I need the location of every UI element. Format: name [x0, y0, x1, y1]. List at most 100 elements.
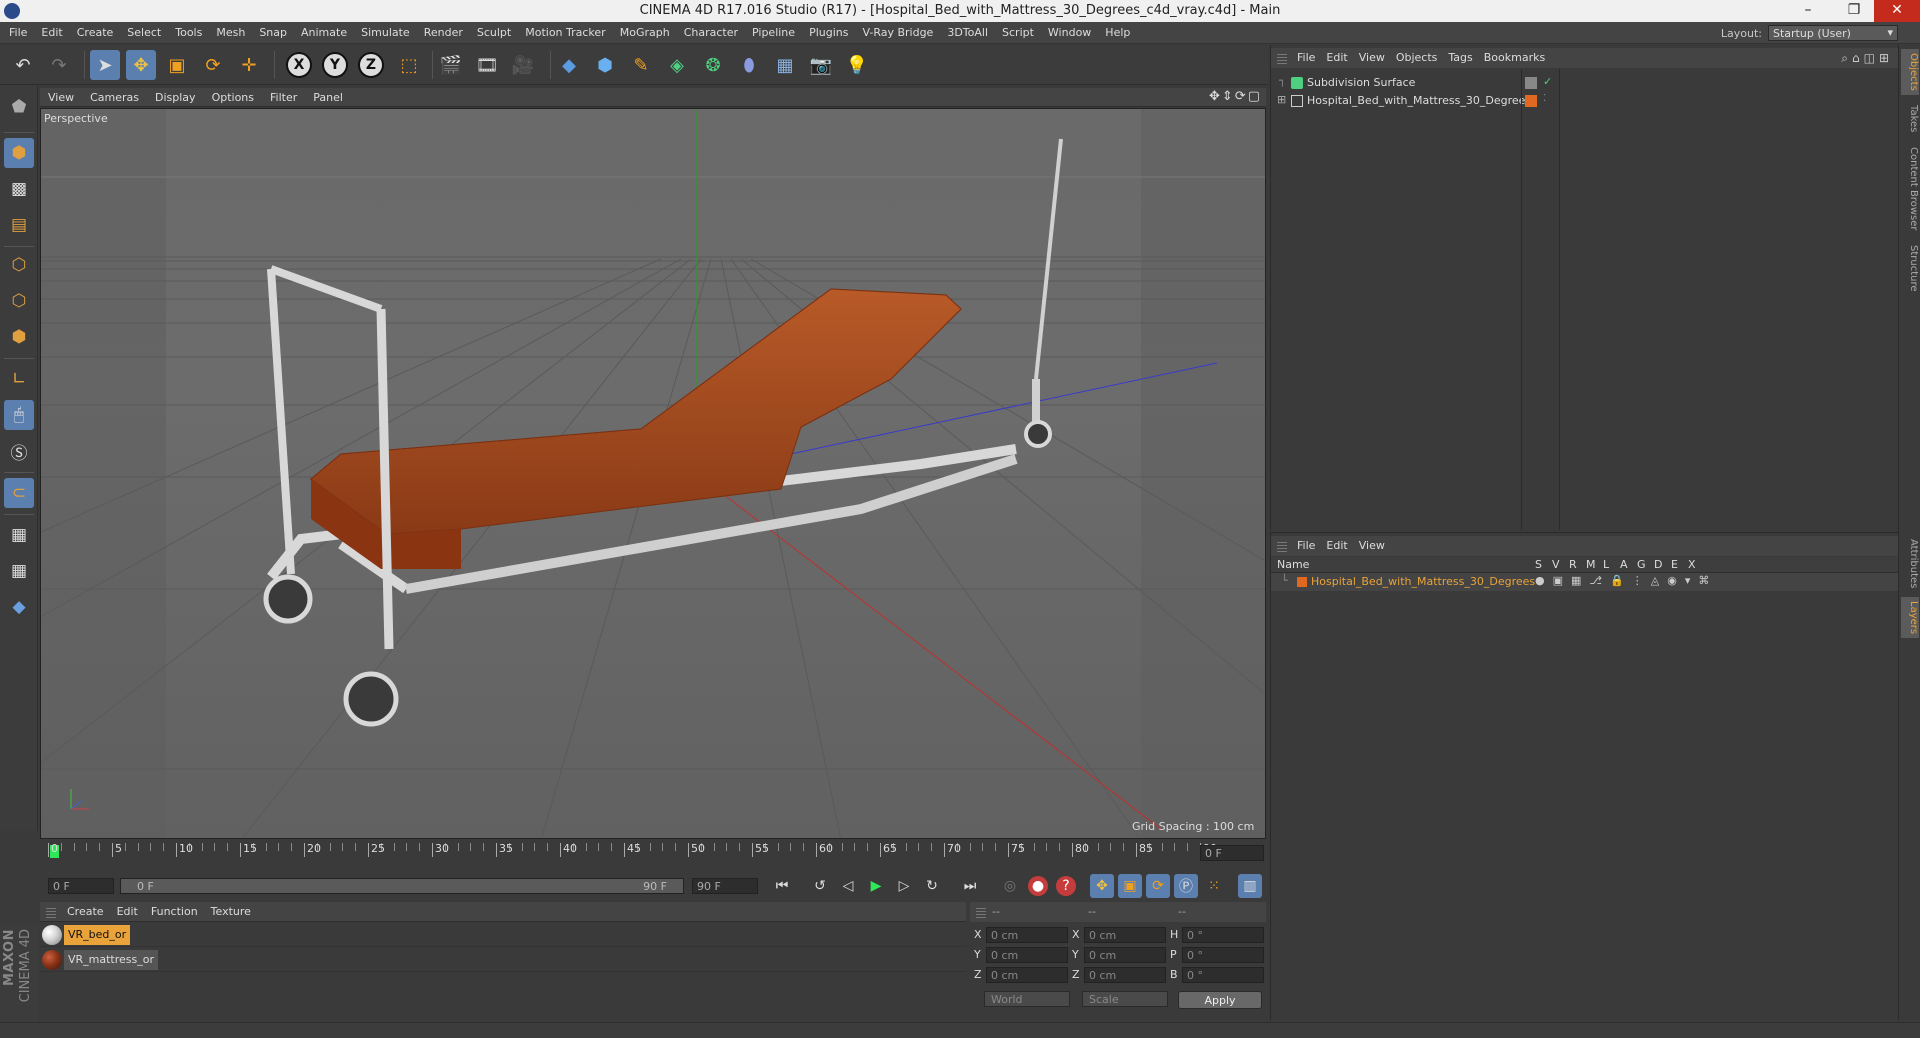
end-frame-field[interactable]: 90 F [692, 878, 758, 894]
live-selection-icon[interactable]: ➤ [90, 50, 120, 80]
render-picture-viewer-icon[interactable]: 🎞 [472, 50, 502, 80]
object-row-subdivision-surface[interactable]: ┐ Subdivision Surface ✓ [1271, 74, 1899, 92]
panel-grip-icon[interactable] [1277, 52, 1287, 64]
light-icon[interactable]: 💡 [842, 50, 872, 80]
size-y-field[interactable]: 0 cm [1084, 947, 1166, 963]
next-frame-icon[interactable]: ▷ [892, 874, 916, 898]
previous-frame-icon[interactable]: ◁ [836, 874, 860, 898]
tab-takes[interactable]: Takes [1901, 101, 1919, 136]
current-frame-field[interactable]: 0 F [1200, 845, 1264, 861]
timeline-layout-icon[interactable]: ▥ [1238, 874, 1262, 898]
object-manager-search-home-icons[interactable]: ⌕⌂◫⊞ [1841, 51, 1893, 66]
menu-select[interactable]: Select [118, 22, 166, 39]
object-menu-file[interactable]: File [1291, 48, 1320, 64]
recent-tools-icon[interactable]: ✛ [234, 50, 264, 80]
menu-tools[interactable]: Tools [166, 22, 207, 39]
menu-mograph[interactable]: MoGraph [611, 22, 675, 39]
visibility-dots-icon[interactable]: ⁚ [1543, 93, 1546, 104]
menu-create[interactable]: Create [68, 22, 119, 39]
tweak-mode-icon[interactable]: 🖱 [4, 400, 34, 430]
key-parameter-icon[interactable]: Ⓟ [1174, 874, 1198, 898]
cube-primitive-icon[interactable]: ⬢ [590, 50, 620, 80]
menu-pipeline[interactable]: Pipeline [743, 22, 800, 39]
python-icon[interactable]: ◆ [554, 50, 584, 80]
minimize-icon[interactable]: – [1788, 0, 1828, 22]
menu-character[interactable]: Character [675, 22, 743, 39]
menu-mesh[interactable]: Mesh [207, 22, 250, 39]
menu-vray-bridge[interactable]: V-Ray Bridge [853, 22, 938, 39]
snapping-icon[interactable]: ⊂ [4, 478, 34, 508]
previous-key-icon[interactable]: ↺ [808, 874, 832, 898]
texture-mode-icon[interactable]: ▩ [4, 174, 34, 204]
move-tool-icon[interactable]: ✥ [126, 50, 156, 80]
edges-mode-icon[interactable]: ⬡ [4, 286, 34, 316]
menu-file[interactable]: File [0, 22, 32, 39]
menu-render[interactable]: Render [415, 22, 468, 39]
render-settings-icon[interactable]: 🎥 [508, 50, 538, 80]
viewport-navigation-icons[interactable]: ✥⇕⟳▢ [1209, 89, 1262, 104]
rotate-tool-icon[interactable]: ⟳ [198, 50, 228, 80]
layer-color-swatch[interactable] [1297, 577, 1307, 587]
menu-animate[interactable]: Animate [292, 22, 352, 39]
workplane-lock-icon[interactable]: ▦ [4, 520, 34, 550]
viewport-menu-cameras[interactable]: Cameras [82, 88, 147, 104]
record-off-icon[interactable]: ◎ [998, 874, 1022, 898]
menu-sculpt[interactable]: Sculpt [468, 22, 516, 39]
layer-menu-edit[interactable]: Edit [1320, 536, 1352, 552]
x-axis-lock-button[interactable]: X [286, 52, 312, 78]
object-menu-objects[interactable]: Objects [1390, 48, 1443, 64]
rot-b-field[interactable]: 0 ° [1182, 967, 1264, 983]
go-to-end-icon[interactable]: ⏭ [958, 874, 982, 898]
camera-icon[interactable]: 📷 [806, 50, 836, 80]
object-row-hospital-bed[interactable]: ⊞ Hospital_Bed_with_Mattress_30_Degrees … [1271, 92, 1899, 110]
panel-grip-icon[interactable] [976, 906, 986, 918]
frame-ruler[interactable]: 051015202530354045505560657075808590 [48, 842, 1217, 869]
go-to-start-icon[interactable]: ⏮ [770, 874, 794, 898]
restore-icon[interactable]: ❐ [1834, 0, 1874, 22]
grid-snap-icon[interactable]: ▦ [4, 556, 34, 586]
cloner-icon[interactable]: ❂ [698, 50, 728, 80]
size-mode-dropdown[interactable]: Scale [1082, 991, 1168, 1007]
viewport-menu-view[interactable]: View [40, 88, 82, 104]
viewport-menu-options[interactable]: Options [204, 88, 262, 104]
layer-row[interactable]: └ Hospital_Bed_with_Mattress_30_Degrees … [1271, 573, 1899, 591]
rot-p-field[interactable]: 0 ° [1182, 947, 1264, 963]
make-editable-icon[interactable]: ⬟ [4, 92, 34, 122]
perspective-viewport[interactable] [40, 108, 1266, 839]
apply-button[interactable]: Apply [1178, 991, 1262, 1009]
timeline-ruler[interactable]: 051015202530354045505560657075808590 0 F [40, 841, 1266, 875]
subdivision-surface-icon[interactable]: ◈ [662, 50, 692, 80]
tab-attributes[interactable]: Attributes [1901, 535, 1919, 592]
render-view-icon[interactable]: 🎬 [436, 50, 466, 80]
material-item[interactable]: VR_bed_or [40, 923, 966, 947]
key-rotation-icon[interactable]: ⟳ [1146, 874, 1170, 898]
key-position-icon[interactable]: ✥ [1090, 874, 1114, 898]
object-menu-tags[interactable]: Tags [1442, 48, 1477, 64]
object-menu-bookmarks[interactable]: Bookmarks [1478, 48, 1550, 64]
viewport-menu-panel[interactable]: Panel [305, 88, 351, 104]
enabled-check-icon[interactable]: ✓ [1543, 75, 1552, 88]
rot-h-field[interactable]: 0 ° [1182, 927, 1264, 943]
expand-toggle-icon[interactable]: ⊞ [1277, 93, 1286, 106]
python-script-icon[interactable]: ◆ [4, 592, 34, 622]
menu-edit[interactable]: Edit [32, 22, 67, 39]
layer-color-icon[interactable] [1525, 95, 1537, 107]
panel-grip-icon[interactable] [46, 906, 56, 918]
menu-script[interactable]: Script [993, 22, 1039, 39]
coordinate-system-icon[interactable]: ⬚ [394, 50, 424, 80]
menu-help[interactable]: Help [1096, 22, 1135, 39]
material-menu-edit[interactable]: Edit [110, 902, 144, 918]
tab-layers[interactable]: Layers [1901, 597, 1919, 639]
z-axis-lock-button[interactable]: Z [358, 52, 384, 78]
menu-window[interactable]: Window [1039, 22, 1096, 39]
key-pla-icon[interactable]: ⁙ [1202, 874, 1226, 898]
tab-objects[interactable]: Objects [1901, 49, 1919, 95]
record-active-icon[interactable]: ● [1028, 876, 1048, 896]
redo-icon[interactable]: ↷ [44, 50, 74, 80]
object-tag-icon[interactable] [1525, 77, 1537, 89]
layer-menu-view[interactable]: View [1353, 536, 1390, 552]
tab-structure[interactable]: Structure [1901, 241, 1919, 296]
object-menu-edit[interactable]: Edit [1320, 48, 1352, 64]
play-forward-icon[interactable]: ▶ [864, 874, 888, 898]
menu-plugins[interactable]: Plugins [800, 22, 853, 39]
